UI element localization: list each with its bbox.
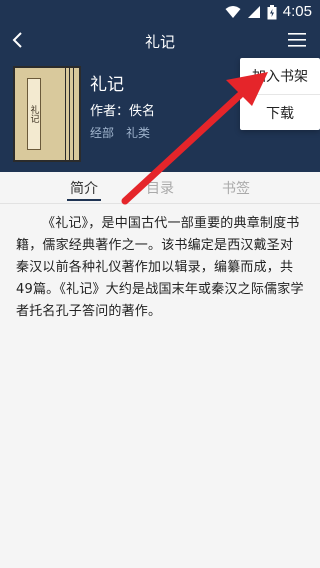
menu-button[interactable] [286, 29, 308, 51]
nav-bar: 礼记 [0, 24, 320, 56]
book-author: 作者：佚名 [90, 104, 156, 119]
signal-icon [247, 6, 260, 18]
status-bar: 4:05 [0, 0, 320, 24]
battery-icon [267, 4, 277, 19]
tab-underline [67, 199, 101, 201]
dropdown-menu: 加入书架 下载 [240, 58, 320, 130]
screen: 4:05 礼记 礼记 礼记 作者：佚名 经部 礼类 简介 目录 书签 《礼记》，… [0, 0, 320, 568]
hamburger-icon [288, 33, 306, 47]
book-title: 礼记 [90, 75, 124, 95]
status-icons: 4:05 [225, 4, 312, 20]
page-title: 礼记 [144, 33, 175, 51]
book-cover[interactable]: 礼记 [13, 66, 81, 162]
tab-bar: 简介 目录 书签 [0, 172, 320, 204]
tab-bookmarks[interactable]: 书签 [206, 178, 266, 198]
add-to-shelf-button[interactable]: 加入书架 [240, 58, 320, 94]
tab-intro[interactable]: 简介 [54, 178, 114, 198]
book-category[interactable]: 经部 [90, 124, 114, 141]
book-meta: 经部 礼类 [90, 124, 150, 141]
wifi-icon [225, 6, 241, 18]
download-button[interactable]: 下载 [240, 94, 320, 130]
tab-contents[interactable]: 目录 [130, 178, 190, 198]
book-subcategory[interactable]: 礼类 [126, 124, 150, 141]
cover-title-strip: 礼记 [27, 78, 41, 150]
cover-title: 礼记 [28, 105, 39, 123]
status-time: 4:05 [282, 3, 312, 20]
intro-text: 《礼记》，是中国古代一部重要的典章制度书籍，儒家经典著作之一。该书编定是西汉戴圣… [16, 216, 304, 319]
